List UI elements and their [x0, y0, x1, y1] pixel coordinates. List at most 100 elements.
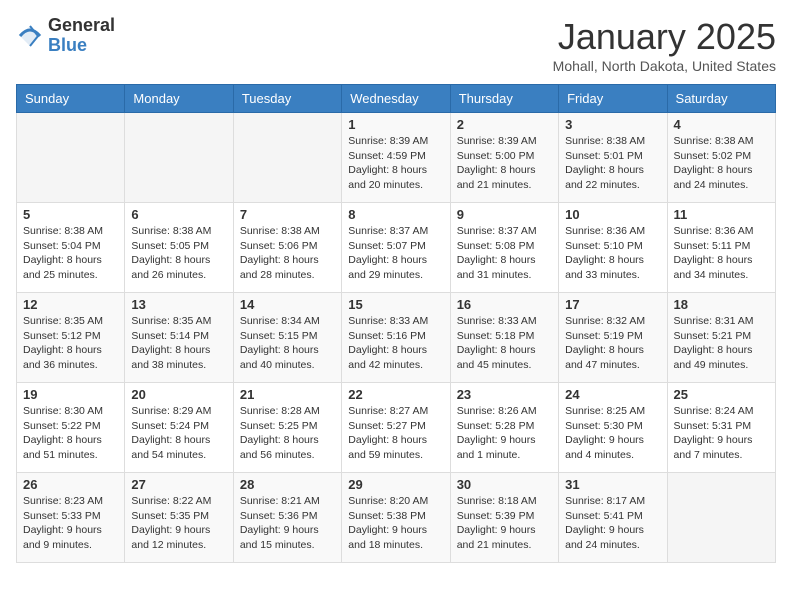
day-info: Sunrise: 8:29 AM Sunset: 5:24 PM Dayligh…: [131, 404, 226, 463]
day-info: Sunrise: 8:36 AM Sunset: 5:10 PM Dayligh…: [565, 224, 660, 283]
location-text: Mohall, North Dakota, United States: [553, 58, 776, 74]
calendar-cell: 4 Sunrise: 8:38 AM Sunset: 5:02 PM Daylig…: [667, 113, 775, 203]
day-number: 30: [457, 477, 552, 492]
day-number: 2: [457, 117, 552, 132]
day-number: 25: [674, 387, 769, 402]
day-number: 13: [131, 297, 226, 312]
day-number: 4: [674, 117, 769, 132]
day-number: 15: [348, 297, 443, 312]
calendar-cell: 22 Sunrise: 8:27 AM Sunset: 5:27 PM Dayli…: [342, 383, 450, 473]
calendar-cell: 25 Sunrise: 8:24 AM Sunset: 5:31 PM Dayli…: [667, 383, 775, 473]
day-info: Sunrise: 8:33 AM Sunset: 5:16 PM Dayligh…: [348, 314, 443, 373]
day-number: 17: [565, 297, 660, 312]
day-number: 22: [348, 387, 443, 402]
day-number: 27: [131, 477, 226, 492]
calendar-cell: 7Sunrise: 8:38 AM Sunset: 5:06 PM Daylig…: [233, 203, 341, 293]
calendar-cell: [233, 113, 341, 203]
calendar-cell: 13 Sunrise: 8:35 AM Sunset: 5:14 PM Dayli…: [125, 293, 233, 383]
day-info: Sunrise: 8:20 AM Sunset: 5:38 PM Dayligh…: [348, 494, 443, 553]
day-number: 8: [348, 207, 443, 222]
day-number: 26: [23, 477, 118, 492]
day-info: Sunrise: 8:23 AM Sunset: 5:33 PM Dayligh…: [23, 494, 118, 553]
calendar-cell: 21Sunrise: 8:28 AM Sunset: 5:25 PM Dayli…: [233, 383, 341, 473]
calendar-cell: 19 Sunrise: 8:30 AM Sunset: 5:22 PM Dayli…: [17, 383, 125, 473]
calendar-cell: 11 Sunrise: 8:36 AM Sunset: 5:11 PM Dayli…: [667, 203, 775, 293]
day-info: Sunrise: 8:36 AM Sunset: 5:11 PM Dayligh…: [674, 224, 769, 283]
calendar-cell: 6Sunrise: 8:38 AM Sunset: 5:05 PM Daylig…: [125, 203, 233, 293]
day-info: Sunrise: 8:25 AM Sunset: 5:30 PM Dayligh…: [565, 404, 660, 463]
day-info: Sunrise: 8:26 AM Sunset: 5:28 PM Dayligh…: [457, 404, 552, 463]
day-info: Sunrise: 8:30 AM Sunset: 5:22 PM Dayligh…: [23, 404, 118, 463]
day-number: 3: [565, 117, 660, 132]
day-info: Sunrise: 8:18 AM Sunset: 5:39 PM Dayligh…: [457, 494, 552, 553]
day-info: Sunrise: 8:37 AM Sunset: 5:08 PM Dayligh…: [457, 224, 552, 283]
day-info: Sunrise: 8:28 AM Sunset: 5:25 PM Dayligh…: [240, 404, 335, 463]
calendar-cell: 27 Sunrise: 8:22 AM Sunset: 5:35 PM Dayli…: [125, 473, 233, 563]
day-info: Sunrise: 8:31 AM Sunset: 5:21 PM Dayligh…: [674, 314, 769, 373]
day-number: 10: [565, 207, 660, 222]
calendar-cell: 5 Sunrise: 8:38 AM Sunset: 5:04 PM Daylig…: [17, 203, 125, 293]
calendar-cell: 28Sunrise: 8:21 AM Sunset: 5:36 PM Dayli…: [233, 473, 341, 563]
day-number: 14: [240, 297, 335, 312]
calendar-cell: 14 Sunrise: 8:34 AM Sunset: 5:15 PM Dayli…: [233, 293, 341, 383]
day-number: 12: [23, 297, 118, 312]
day-number: 5: [23, 207, 118, 222]
calendar-cell: 24Sunrise: 8:25 AM Sunset: 5:30 PM Dayli…: [559, 383, 667, 473]
page-header: General Blue January 2025 Mohall, North …: [16, 16, 776, 74]
calendar-cell: 17Sunrise: 8:32 AM Sunset: 5:19 PM Dayli…: [559, 293, 667, 383]
day-number: 9: [457, 207, 552, 222]
day-info: Sunrise: 8:22 AM Sunset: 5:35 PM Dayligh…: [131, 494, 226, 553]
weekday-header-row: SundayMondayTuesdayWednesdayThursdayFrid…: [17, 85, 776, 113]
weekday-header-saturday: Saturday: [667, 85, 775, 113]
calendar-cell: 16Sunrise: 8:33 AM Sunset: 5:18 PM Dayli…: [450, 293, 558, 383]
day-info: Sunrise: 8:38 AM Sunset: 5:01 PM Dayligh…: [565, 134, 660, 193]
day-info: Sunrise: 8:34 AM Sunset: 5:15 PM Dayligh…: [240, 314, 335, 373]
day-number: 18: [674, 297, 769, 312]
title-area: January 2025 Mohall, North Dakota, Unite…: [553, 16, 776, 74]
day-number: 19: [23, 387, 118, 402]
weekday-header-friday: Friday: [559, 85, 667, 113]
calendar-cell: 3 Sunrise: 8:38 AM Sunset: 5:01 PM Daylig…: [559, 113, 667, 203]
calendar-week-row: 1Sunrise: 8:39 AM Sunset: 4:59 PM Daylig…: [17, 113, 776, 203]
logo: General Blue: [16, 16, 115, 56]
day-info: Sunrise: 8:27 AM Sunset: 5:27 PM Dayligh…: [348, 404, 443, 463]
weekday-header-wednesday: Wednesday: [342, 85, 450, 113]
calendar-cell: 29Sunrise: 8:20 AM Sunset: 5:38 PM Dayli…: [342, 473, 450, 563]
day-info: Sunrise: 8:37 AM Sunset: 5:07 PM Dayligh…: [348, 224, 443, 283]
calendar-cell: 8 Sunrise: 8:37 AM Sunset: 5:07 PM Daylig…: [342, 203, 450, 293]
calendar-cell: 30 Sunrise: 8:18 AM Sunset: 5:39 PM Dayli…: [450, 473, 558, 563]
calendar-cell: [667, 473, 775, 563]
calendar-cell: 10 Sunrise: 8:36 AM Sunset: 5:10 PM Dayli…: [559, 203, 667, 293]
day-number: 31: [565, 477, 660, 492]
calendar-cell: 1Sunrise: 8:39 AM Sunset: 4:59 PM Daylig…: [342, 113, 450, 203]
day-info: Sunrise: 8:38 AM Sunset: 5:02 PM Dayligh…: [674, 134, 769, 193]
calendar-cell: 12 Sunrise: 8:35 AM Sunset: 5:12 PM Dayli…: [17, 293, 125, 383]
weekday-header-sunday: Sunday: [17, 85, 125, 113]
day-info: Sunrise: 8:17 AM Sunset: 5:41 PM Dayligh…: [565, 494, 660, 553]
calendar-cell: 20Sunrise: 8:29 AM Sunset: 5:24 PM Dayli…: [125, 383, 233, 473]
day-number: 28: [240, 477, 335, 492]
calendar-cell: 2 Sunrise: 8:39 AM Sunset: 5:00 PM Daylig…: [450, 113, 558, 203]
day-info: Sunrise: 8:35 AM Sunset: 5:14 PM Dayligh…: [131, 314, 226, 373]
day-number: 6: [131, 207, 226, 222]
day-number: 23: [457, 387, 552, 402]
logo-text: General Blue: [48, 16, 115, 56]
calendar-cell: 9 Sunrise: 8:37 AM Sunset: 5:08 PM Daylig…: [450, 203, 558, 293]
weekday-header-thursday: Thursday: [450, 85, 558, 113]
weekday-header-tuesday: Tuesday: [233, 85, 341, 113]
day-info: Sunrise: 8:38 AM Sunset: 5:04 PM Dayligh…: [23, 224, 118, 283]
calendar-week-row: 5 Sunrise: 8:38 AM Sunset: 5:04 PM Daylig…: [17, 203, 776, 293]
day-info: Sunrise: 8:33 AM Sunset: 5:18 PM Dayligh…: [457, 314, 552, 373]
logo-blue-text: Blue: [48, 36, 115, 56]
calendar-week-row: 26 Sunrise: 8:23 AM Sunset: 5:33 PM Dayli…: [17, 473, 776, 563]
calendar-cell: 26 Sunrise: 8:23 AM Sunset: 5:33 PM Dayli…: [17, 473, 125, 563]
logo-icon: [16, 22, 44, 50]
day-info: Sunrise: 8:24 AM Sunset: 5:31 PM Dayligh…: [674, 404, 769, 463]
calendar-cell: 15 Sunrise: 8:33 AM Sunset: 5:16 PM Dayli…: [342, 293, 450, 383]
weekday-header-monday: Monday: [125, 85, 233, 113]
day-info: Sunrise: 8:35 AM Sunset: 5:12 PM Dayligh…: [23, 314, 118, 373]
day-info: Sunrise: 8:39 AM Sunset: 5:00 PM Dayligh…: [457, 134, 552, 193]
day-number: 11: [674, 207, 769, 222]
calendar-week-row: 12 Sunrise: 8:35 AM Sunset: 5:12 PM Dayli…: [17, 293, 776, 383]
calendar-cell: [17, 113, 125, 203]
